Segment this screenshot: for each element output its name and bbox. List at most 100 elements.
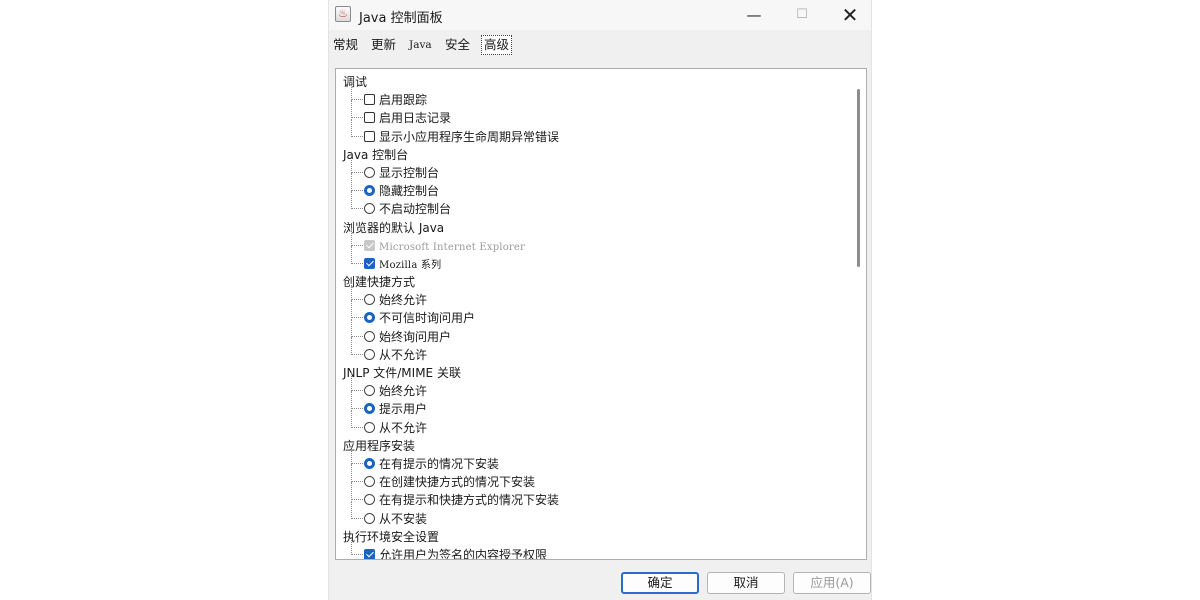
dialog-button-bar: 确定 取消 应用(A) (329, 566, 871, 600)
close-button[interactable]: ✕ (827, 0, 873, 30)
radio-option[interactable]: 不可信时询问用户 (342, 300, 842, 327)
tree-branch-line (351, 536, 363, 555)
tree-branch-line (351, 409, 363, 428)
option-label: Microsoft Internet Explorer (379, 241, 525, 253)
tree-branch-line (351, 300, 363, 319)
checkbox-option[interactable]: 启用日志记录 (342, 100, 842, 127)
option-label: 在有提示和快捷方式的情况下安装 (379, 493, 560, 508)
tree-category: Java 控制台 (342, 146, 842, 164)
radio-button[interactable] (364, 476, 375, 488)
radio-button[interactable] (364, 294, 375, 306)
radio-button[interactable] (364, 203, 375, 215)
checkbox-option[interactable]: Microsoft Internet Explorer (342, 227, 842, 255)
tab-advanced[interactable]: 高级 (481, 35, 513, 55)
tree-branch-line (351, 118, 363, 137)
radio-option[interactable]: 始终询问用户 (342, 318, 842, 346)
tree-branch-line (351, 391, 363, 410)
option-label: 显示控制台 (379, 165, 440, 180)
radio-option[interactable]: 隐藏控制台 (342, 173, 842, 200)
radio-option[interactable]: 从不允许 (342, 336, 842, 364)
option-label: 在有提示的情况下安装 (379, 456, 500, 471)
radio-option[interactable]: 始终允许 (342, 373, 842, 400)
tree-branch-line (351, 100, 363, 119)
radio-option[interactable]: 在有提示和快捷方式的情况下安装 (342, 482, 842, 509)
title-bar[interactable]: ♨ Java 控制面板 — ☐ ✕ (329, 0, 871, 30)
option-label: 始终询问用户 (379, 329, 452, 344)
java-app-icon: ♨ (335, 6, 351, 22)
radio-button[interactable] (364, 403, 375, 415)
option-label: 隐藏控制台 (379, 184, 440, 199)
tree-branch-line (351, 373, 363, 392)
radio-button[interactable] (364, 385, 375, 397)
tree-category: JNLP 文件/MIME 关联 (342, 364, 842, 382)
checkbox[interactable] (364, 112, 375, 124)
tree-branch-line (351, 154, 363, 173)
apply-button[interactable]: 应用(A) (793, 572, 871, 594)
checkbox-option[interactable]: 允许用户为签名的内容授予权限 (342, 536, 842, 560)
radio-button[interactable] (364, 421, 375, 433)
option-label: 不启动控制台 (379, 202, 452, 217)
radio-option[interactable]: 始终允许 (342, 282, 842, 309)
radio-button[interactable] (364, 457, 375, 469)
radio-button[interactable] (364, 348, 375, 360)
radio-option[interactable]: 从不允许 (342, 409, 842, 437)
minimize-button[interactable]: — (731, 0, 777, 30)
radio-button[interactable] (364, 312, 375, 324)
tree-branch-line (351, 227, 363, 246)
tree-category: 执行环境安全设置 (342, 528, 842, 546)
radio-option[interactable]: 不启动控制台 (342, 191, 842, 218)
radio-button[interactable] (364, 512, 375, 524)
tree-branch-line (351, 482, 363, 501)
radio-option[interactable]: 提示用户 (342, 391, 842, 418)
checkbox[interactable] (364, 239, 375, 251)
option-label: 不可信时询问用户 (379, 311, 476, 326)
checkbox[interactable] (364, 548, 375, 559)
tree-branch-line (351, 282, 363, 301)
tab-general[interactable]: 常规 (333, 36, 358, 54)
option-label: 启用跟踪 (379, 93, 428, 108)
option-label: 在创建快捷方式的情况下安装 (379, 475, 536, 490)
option-label: 提示用户 (379, 402, 428, 417)
option-label: Mozilla 系列 (379, 259, 442, 271)
radio-option[interactable]: 显示控制台 (342, 154, 842, 182)
radio-option[interactable]: 在创建快捷方式的情况下安装 (342, 464, 842, 491)
option-label: 始终允许 (379, 293, 428, 308)
checkbox[interactable] (364, 130, 375, 142)
radio-button[interactable] (364, 330, 375, 342)
advanced-settings-panel: 调试 启用跟踪 启用日志记录 显示小应用程序生命周期异常错误 Java 控制台 显示控制台… (335, 68, 867, 560)
radio-option[interactable]: 在有提示的情况下安装 (342, 445, 842, 473)
radio-option[interactable]: 从不安装 (342, 500, 842, 528)
settings-tree: 调试 启用跟踪 启用日志记录 显示小应用程序生命周期异常错误 Java 控制台 显示控制台… (342, 73, 842, 560)
option-label: 启用日志记录 (379, 111, 452, 126)
vertical-scrollbar-thumb[interactable] (857, 89, 860, 267)
tree-branch-line (351, 82, 363, 101)
checkbox-option[interactable]: Mozilla 系列 (342, 245, 842, 273)
option-label: 从不允许 (379, 420, 428, 435)
tab-java[interactable]: Java (409, 36, 432, 54)
option-label: 始终允许 (379, 384, 428, 399)
tab-update[interactable]: 更新 (371, 36, 396, 54)
tree-branch-line (351, 445, 363, 464)
radio-button[interactable] (364, 494, 375, 506)
tree-category: 应用程序安装 (342, 437, 842, 455)
checkbox[interactable] (364, 94, 375, 106)
tree-branch-line (351, 500, 363, 519)
checkbox-option[interactable]: 启用跟踪 (342, 82, 842, 109)
radio-button[interactable] (364, 185, 375, 197)
tree-category: 浏览器的默认 Java (342, 219, 842, 237)
option-label: 从不安装 (379, 511, 428, 526)
option-label: 显示小应用程序生命周期异常错误 (379, 129, 560, 144)
option-label: 允许用户为签名的内容授予权限 (379, 547, 548, 560)
cancel-button[interactable]: 取消 (707, 572, 785, 594)
tree-branch-line (351, 245, 363, 264)
ok-button[interactable]: 确定 (621, 572, 699, 594)
tree-branch-line (351, 173, 363, 192)
tree-branch-line (351, 336, 363, 355)
tree-branch-line (351, 318, 363, 337)
checkbox[interactable] (364, 257, 375, 269)
maximize-button[interactable]: ☐ (779, 0, 825, 30)
window-title: Java 控制面板 (359, 11, 443, 26)
tab-security[interactable]: 安全 (445, 36, 470, 54)
checkbox-option[interactable]: 显示小应用程序生命周期异常错误 (342, 118, 842, 146)
radio-button[interactable] (364, 166, 375, 178)
